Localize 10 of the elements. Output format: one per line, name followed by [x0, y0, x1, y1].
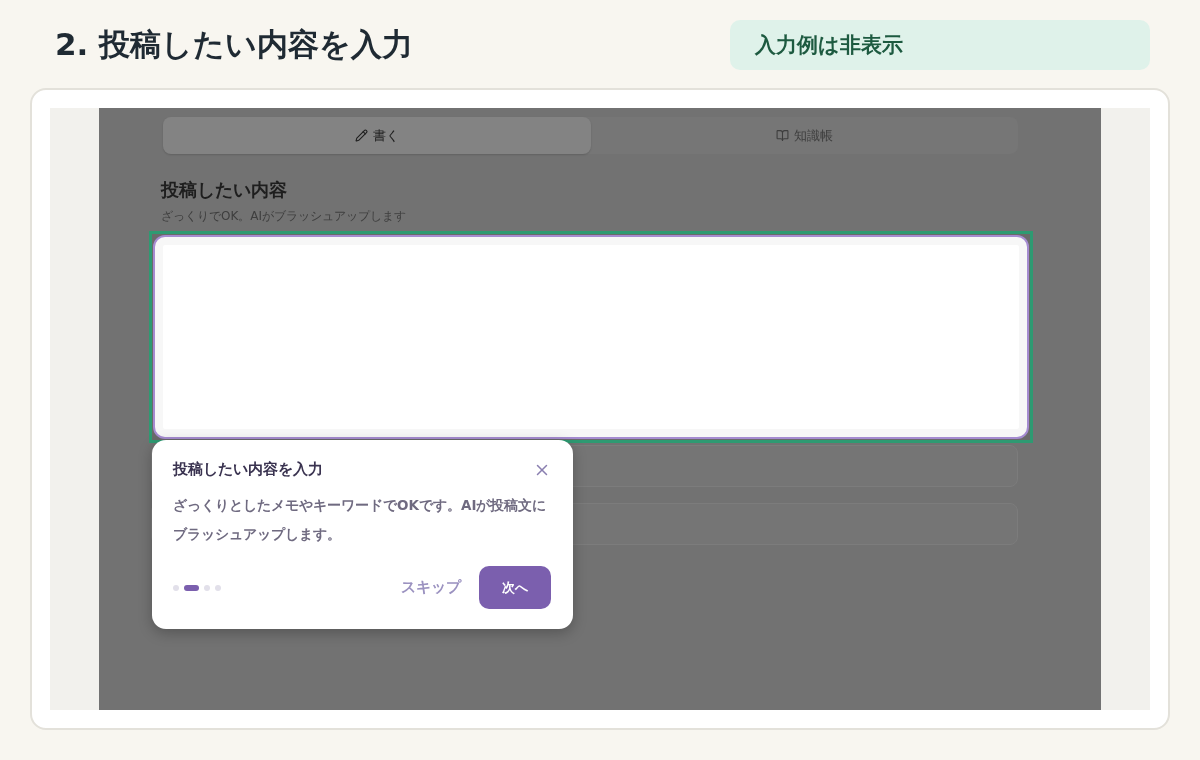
next-button[interactable]: 次へ: [479, 566, 551, 609]
pencil-icon: [354, 129, 368, 142]
section-title: 投稿したい内容: [161, 178, 288, 202]
book-icon: [775, 129, 789, 142]
tab[interactable]: 書く: [163, 117, 591, 154]
popover-title: 投稿したい内容を入力: [173, 460, 323, 479]
page-title: 2. 投稿したい内容を入力: [55, 25, 414, 64]
example-toggle-button[interactable]: 入力例は非表示: [730, 20, 1150, 70]
skip-button[interactable]: スキップ: [395, 577, 467, 598]
popover-text: ざっくりとしたメモやキーワードでOKです。AIが投稿文にブラッシュアップします。: [173, 496, 548, 544]
